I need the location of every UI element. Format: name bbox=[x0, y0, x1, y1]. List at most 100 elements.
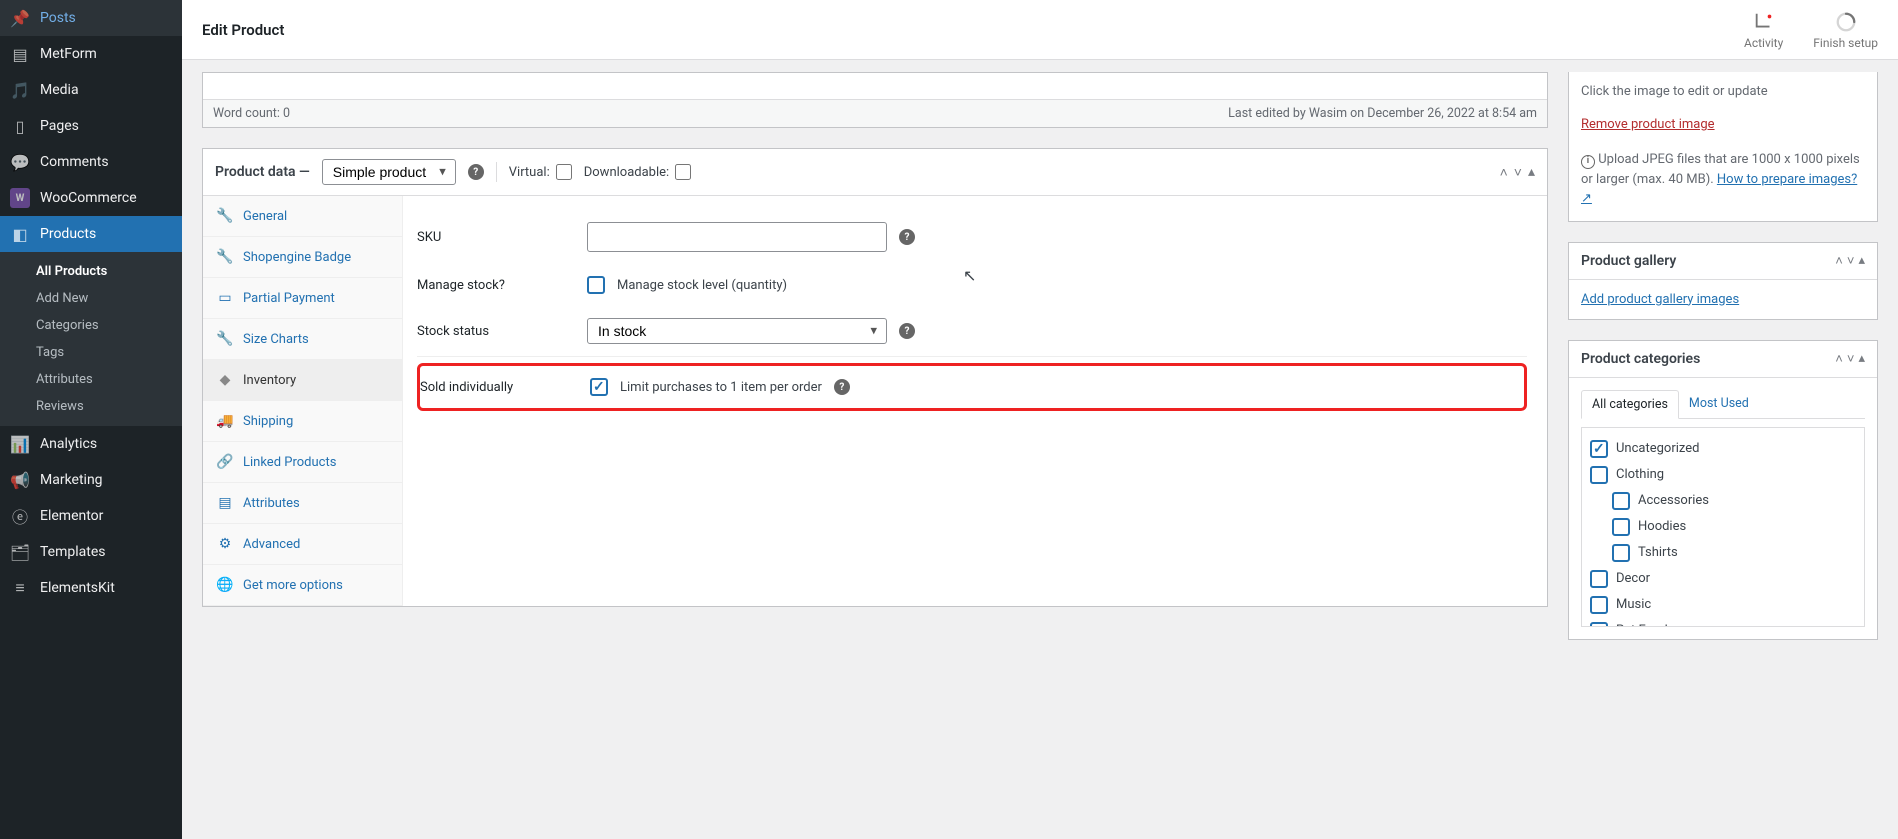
analytics-icon: 📊 bbox=[10, 434, 30, 454]
move-down-icon[interactable]: ˅ bbox=[1514, 164, 1522, 181]
tab-shipping[interactable]: 🚚Shipping bbox=[203, 401, 402, 442]
downloadable-checkbox[interactable] bbox=[675, 164, 691, 180]
category-checkbox[interactable] bbox=[1612, 492, 1630, 510]
submenu-tags[interactable]: Tags bbox=[0, 339, 182, 366]
sidebar-item-label: Posts bbox=[40, 10, 76, 26]
help-icon[interactable]: ? bbox=[468, 164, 484, 180]
remove-product-image-link[interactable]: Remove product image bbox=[1581, 117, 1715, 132]
virtual-toggle[interactable]: Virtual: bbox=[509, 164, 572, 180]
sku-label: SKU bbox=[417, 230, 587, 245]
downloadable-label: Downloadable: bbox=[584, 165, 669, 180]
category-checkbox[interactable] bbox=[1590, 622, 1608, 627]
sidebar-item-label: Pages bbox=[40, 118, 79, 134]
inventory-fields: SKU ? Manage stock? Manage st bbox=[403, 196, 1547, 606]
category-item[interactable]: Clothing bbox=[1590, 462, 1856, 488]
category-item[interactable]: Hoodies bbox=[1590, 514, 1856, 540]
sidebar-item-comments[interactable]: 💬Comments bbox=[0, 144, 182, 180]
tab-general[interactable]: 🔧General bbox=[203, 196, 402, 237]
manage-stock-label: Manage stock? bbox=[417, 278, 587, 293]
category-label: Clothing bbox=[1616, 467, 1664, 482]
product-categories-box: Product categories ˄ ˅ ▴ All categories … bbox=[1568, 340, 1878, 640]
sidebar-item-analytics[interactable]: 📊Analytics bbox=[0, 426, 182, 462]
tab-most-used[interactable]: Most Used bbox=[1679, 390, 1759, 418]
submenu-all-products[interactable]: All Products bbox=[0, 258, 182, 285]
submenu-categories[interactable]: Categories bbox=[0, 312, 182, 339]
submenu-attributes[interactable]: Attributes bbox=[0, 366, 182, 393]
sidebar-item-label: Comments bbox=[40, 154, 109, 170]
category-item[interactable]: Pet Food bbox=[1590, 618, 1856, 627]
tab-linked-products[interactable]: 🔗Linked Products bbox=[203, 442, 402, 483]
category-checkbox[interactable] bbox=[1590, 570, 1608, 588]
move-down-icon[interactable]: ˅ bbox=[1847, 253, 1855, 269]
category-item[interactable]: Tshirts bbox=[1590, 540, 1856, 566]
collapse-icon[interactable]: ▴ bbox=[1858, 351, 1865, 367]
sidebar-item-products[interactable]: ◧Products bbox=[0, 216, 182, 252]
move-down-icon[interactable]: ˅ bbox=[1847, 351, 1855, 367]
product-image-box: Click the image to edit or update Remove… bbox=[1568, 72, 1878, 222]
move-up-icon[interactable]: ˄ bbox=[1835, 253, 1843, 269]
category-list[interactable]: Uncategorized Clothing Accessories HoodiesT… bbox=[1581, 427, 1865, 627]
collapse-icon[interactable]: ▴ bbox=[1858, 253, 1865, 269]
add-gallery-images-link[interactable]: Add product gallery images bbox=[1581, 292, 1739, 307]
submenu-add-new[interactable]: Add New bbox=[0, 285, 182, 312]
finish-setup-button[interactable]: Finish setup bbox=[1813, 10, 1878, 50]
sidebar-item-media[interactable]: 🎵Media bbox=[0, 72, 182, 108]
move-up-icon[interactable]: ˄ bbox=[1500, 164, 1508, 181]
activity-button[interactable]: Activity bbox=[1744, 10, 1783, 50]
finish-setup-label: Finish setup bbox=[1813, 36, 1878, 50]
help-icon[interactable]: ? bbox=[899, 323, 915, 339]
category-checkbox[interactable] bbox=[1612, 518, 1630, 536]
help-icon[interactable]: ? bbox=[834, 379, 850, 395]
tab-size-charts[interactable]: 🔧Size Charts bbox=[203, 319, 402, 360]
sidebar-item-label: Templates bbox=[40, 544, 106, 560]
sidebar-item-label: Marketing bbox=[40, 472, 103, 488]
page-title: Edit Product bbox=[202, 21, 284, 39]
sidebar-item-elementskit[interactable]: ≡ElementsKit bbox=[0, 570, 182, 606]
category-item[interactable]: Uncategorized bbox=[1590, 436, 1856, 462]
megaphone-icon: 📢 bbox=[10, 470, 30, 490]
sidebar-item-pages[interactable]: ▯Pages bbox=[0, 108, 182, 144]
virtual-checkbox[interactable] bbox=[556, 164, 572, 180]
list-icon: ▤ bbox=[217, 495, 233, 511]
collapse-icon[interactable]: ▴ bbox=[1528, 164, 1535, 180]
sidebar-item-elementor[interactable]: ⓔElementor bbox=[0, 498, 182, 534]
category-checkbox[interactable] bbox=[1612, 544, 1630, 562]
wrench-icon: 🔧 bbox=[217, 331, 233, 347]
manage-stock-checkbox[interactable] bbox=[587, 276, 605, 294]
tab-partial-payment[interactable]: ▭Partial Payment bbox=[203, 278, 402, 319]
virtual-label: Virtual: bbox=[509, 165, 550, 180]
sidebar-item-marketing[interactable]: 📢 Marketing bbox=[0, 462, 182, 498]
tab-attributes[interactable]: ▤Attributes bbox=[203, 483, 402, 524]
submenu-reviews[interactable]: Reviews bbox=[0, 393, 182, 420]
category-item[interactable]: Music bbox=[1590, 592, 1856, 618]
category-item[interactable]: Decor bbox=[1590, 566, 1856, 592]
sidebar-item-label: MetForm bbox=[40, 46, 97, 62]
product-data-header: Product data — Simple product ? Virtual: bbox=[203, 149, 1547, 196]
sidebar-item-templates[interactable]: 🗂Templates bbox=[0, 534, 182, 570]
tab-advanced[interactable]: ⚙Advanced bbox=[203, 524, 402, 565]
tab-get-more-options[interactable]: 🌐Get more options bbox=[203, 565, 402, 606]
main-content: Edit Product Activity Finish setup Word … bbox=[182, 0, 1898, 839]
tab-shopengine-badge[interactable]: 🔧Shopengine Badge bbox=[203, 237, 402, 278]
downloadable-toggle[interactable]: Downloadable: bbox=[584, 164, 691, 180]
tab-inventory[interactable]: ◆Inventory bbox=[203, 360, 402, 401]
sidebar-item-metform[interactable]: ▤ MetForm bbox=[0, 36, 182, 72]
sold-individually-checkbox[interactable] bbox=[590, 378, 608, 396]
category-checkbox[interactable] bbox=[1590, 596, 1608, 614]
category-label: Accessories bbox=[1638, 493, 1709, 508]
form-icon: ▤ bbox=[10, 44, 30, 64]
tab-all-categories[interactable]: All categories bbox=[1581, 390, 1679, 419]
help-icon[interactable]: ? bbox=[899, 229, 915, 245]
category-label: Pet Food bbox=[1616, 623, 1668, 627]
move-up-icon[interactable]: ˄ bbox=[1835, 351, 1843, 367]
category-checkbox[interactable] bbox=[1590, 440, 1608, 458]
product-type-select[interactable]: Simple product bbox=[322, 159, 456, 185]
product-data-tabs: 🔧General 🔧Shopengine Badge ▭Partial Paym… bbox=[203, 196, 403, 606]
sidebar-item-posts[interactable]: 📌Posts bbox=[0, 0, 182, 36]
word-count: Word count: 0 bbox=[213, 106, 290, 121]
category-item[interactable]: Accessories bbox=[1590, 488, 1856, 514]
sku-input[interactable] bbox=[587, 222, 887, 252]
category-checkbox[interactable] bbox=[1590, 466, 1608, 484]
stock-status-select[interactable]: In stock bbox=[587, 318, 887, 344]
sidebar-item-woocommerce[interactable]: WWooCommerce bbox=[0, 180, 182, 216]
